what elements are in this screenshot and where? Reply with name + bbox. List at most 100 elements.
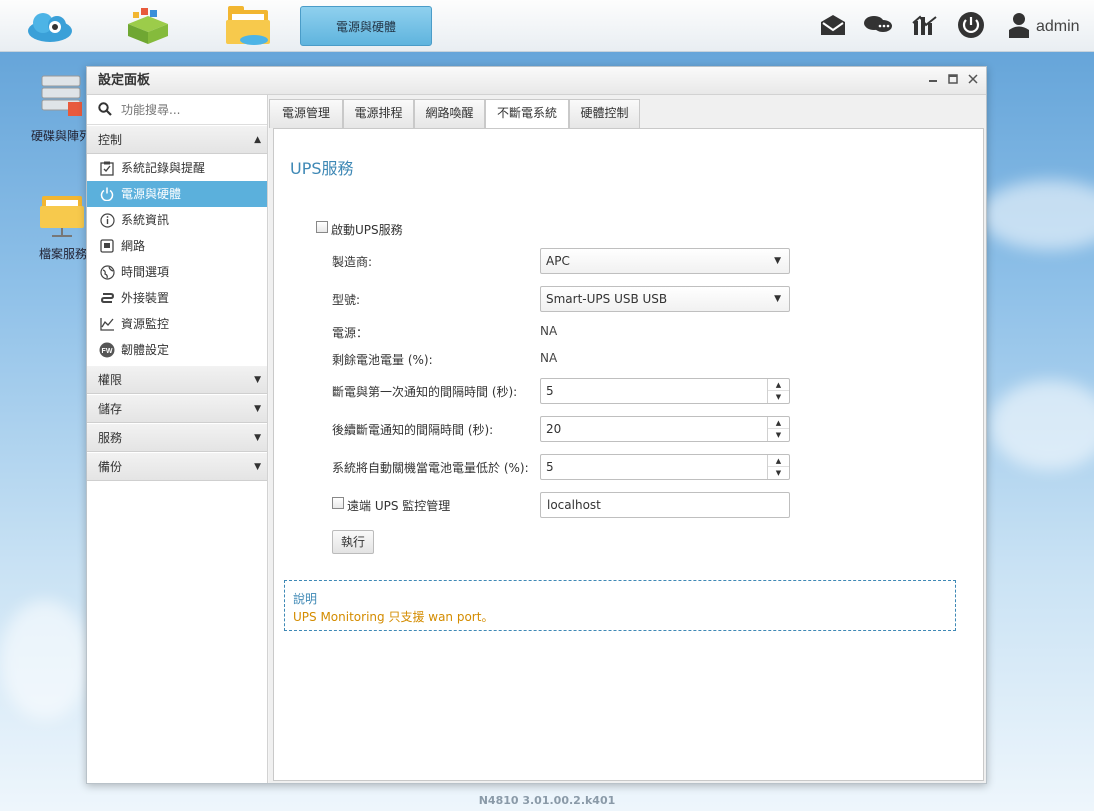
sidebar-group-backup[interactable]: 備份 ▼ <box>87 452 267 481</box>
search-icon <box>98 102 112 119</box>
tab-power-management[interactable]: 電源管理 <box>269 99 343 128</box>
sidebar-item-external-devices[interactable]: 外接裝置 <box>87 285 267 311</box>
mail-icon[interactable] <box>818 10 848 40</box>
shutdown-threshold-stepper[interactable]: 5 ▲ ▼ <box>540 454 790 480</box>
apply-button[interactable]: 執行 <box>332 530 374 554</box>
svg-text:FW: FW <box>102 348 113 355</box>
tab-power-schedule[interactable]: 電源排程 <box>343 99 414 128</box>
sidebar-item-firmware[interactable]: FW 韌體設定 <box>87 337 267 363</box>
group-label: 權限 <box>98 373 123 387</box>
sidebar-group-services[interactable]: 服務 ▼ <box>87 423 267 452</box>
globe-clock-icon <box>99 264 115 280</box>
top-bar: 電源與硬體 admin <box>0 0 1094 52</box>
app-center-icon[interactable] <box>122 4 174 48</box>
first-notify-value: 5 <box>546 384 554 398</box>
tab-wake-on-lan[interactable]: 網路喚醒 <box>414 99 485 128</box>
stepper-up-icon[interactable]: ▲ <box>768 455 789 467</box>
sidebar-item-system-info[interactable]: 系統資訊 <box>87 207 267 233</box>
chat-icon[interactable] <box>863 10 893 40</box>
power-value: NA <box>540 324 558 338</box>
group-label: 備份 <box>98 460 123 474</box>
firmware-icon: FW <box>99 342 115 358</box>
chevron-down-icon: ▼ <box>254 433 261 443</box>
stepper-buttons: ▲ ▼ <box>767 379 789 403</box>
power-icon[interactable] <box>956 10 986 40</box>
sidebar-item-label: 系統資訊 <box>121 213 170 227</box>
search-input[interactable] <box>121 100 261 120</box>
firmware-version: N4810 3.01.00.2.k401 <box>478 794 616 807</box>
battery-label: 剩餘電池電量 (%): <box>332 353 433 367</box>
next-notify-stepper[interactable]: 20 ▲ ▼ <box>540 416 790 442</box>
tab-power-hardware-app[interactable]: 電源與硬體 <box>300 6 432 46</box>
search-box <box>87 95 267 125</box>
group-label: 儲存 <box>98 402 123 416</box>
settings-window: 設定面板 控制 ▲ 系統記錄與提醒 電源與硬體 <box>86 66 987 784</box>
file-manager-icon[interactable] <box>222 4 274 48</box>
tab-ups[interactable]: 不斷電系統 <box>485 99 569 129</box>
sidebar-item-label: 時間選項 <box>121 265 170 279</box>
group-label: 控制 <box>98 133 123 147</box>
sidebar-item-resource-monitor[interactable]: 資源監控 <box>87 311 267 337</box>
remote-host-value: localhost <box>547 498 601 512</box>
content-area: 電源管理 電源排程 網路喚醒 不斷電系統 硬體控制 UPS服務 啟動UPS服務 … <box>269 95 986 783</box>
sidebar-item-power-hardware[interactable]: 電源與硬體 <box>87 181 267 207</box>
page-title: UPS服務 <box>290 159 354 178</box>
sidebar-item-logs[interactable]: 系統記錄與提醒 <box>87 155 267 181</box>
cloud-decoration <box>990 380 1094 470</box>
user-icon[interactable] <box>1004 10 1034 40</box>
model-label: 型號: <box>332 293 361 307</box>
model-value: Smart-UPS USB USB <box>546 292 668 306</box>
sidebar-item-label: 系統記錄與提醒 <box>121 161 206 175</box>
sidebar-item-network[interactable]: 網路 <box>87 233 267 259</box>
next-notify-value: 20 <box>546 422 562 436</box>
usb-icon <box>99 290 115 306</box>
close-icon[interactable] <box>965 72 981 88</box>
stepper-buttons: ▲ ▼ <box>767 417 789 441</box>
checklist-icon <box>99 160 115 176</box>
chevron-up-icon: ▲ <box>254 135 261 145</box>
stepper-buttons: ▲ ▼ <box>767 455 789 479</box>
raid-icon <box>41 75 82 116</box>
sidebar-item-time[interactable]: 時間選項 <box>87 259 267 285</box>
first-notify-stepper[interactable]: 5 ▲ ▼ <box>540 378 790 404</box>
stepper-down-icon[interactable]: ▼ <box>768 467 789 479</box>
minimize-icon[interactable] <box>925 72 941 88</box>
caret-down-icon: ▼ <box>774 294 781 304</box>
cloud-decoration <box>0 600 90 720</box>
next-notify-label: 後續斷電通知的間隔時間 (秒): <box>332 423 494 437</box>
tab-label: 網路喚醒 <box>425 106 474 120</box>
maximize-icon[interactable] <box>945 72 961 88</box>
remote-ups-label: 遠端 UPS 監控管理 <box>347 499 451 513</box>
sidebar-item-label: 電源與硬體 <box>121 187 182 201</box>
cloud-app-icon[interactable] <box>24 4 76 48</box>
sidebar-item-label: 外接裝置 <box>121 291 170 305</box>
stepper-down-icon[interactable]: ▼ <box>768 429 789 441</box>
tab-hardware-control[interactable]: 硬體控制 <box>569 99 640 128</box>
stepper-up-icon[interactable]: ▲ <box>768 417 789 429</box>
sidebar-group-storage[interactable]: 儲存 ▼ <box>87 394 267 423</box>
sidebar-item-label: 韌體設定 <box>121 343 170 357</box>
sidebar-group-privileges[interactable]: 權限 ▼ <box>87 365 267 394</box>
sidebar-group-control[interactable]: 控制 ▲ <box>87 125 267 154</box>
sidebar-item-label: 資源監控 <box>121 317 170 331</box>
monitor-chart-icon[interactable] <box>910 10 940 40</box>
stepper-up-icon[interactable]: ▲ <box>768 379 789 391</box>
apply-label: 執行 <box>340 535 365 549</box>
remote-host-input[interactable]: localhost <box>540 492 790 518</box>
active-app-label: 電源與硬體 <box>335 19 396 34</box>
model-select[interactable]: Smart-UPS USB USB ▼ <box>540 286 790 312</box>
note-text: UPS Monitoring 只支援 wan port。 <box>293 610 494 624</box>
remote-ups-checkbox[interactable] <box>332 497 344 509</box>
sidebar-item-label: 網路 <box>121 239 146 253</box>
note-box: 說明 UPS Monitoring 只支援 wan port。 <box>284 580 956 631</box>
battery-value: NA <box>540 351 558 365</box>
username[interactable]: admin <box>1036 18 1080 36</box>
window-title: 設定面板 <box>87 67 986 95</box>
stepper-down-icon[interactable]: ▼ <box>768 391 789 403</box>
note-title: 說明 <box>293 592 318 606</box>
shutdown-value: 5 <box>546 460 554 474</box>
enable-ups-checkbox[interactable] <box>316 221 328 233</box>
vendor-select[interactable]: APC ▼ <box>540 248 790 274</box>
info-icon <box>99 212 115 228</box>
group-label: 服務 <box>98 431 123 445</box>
